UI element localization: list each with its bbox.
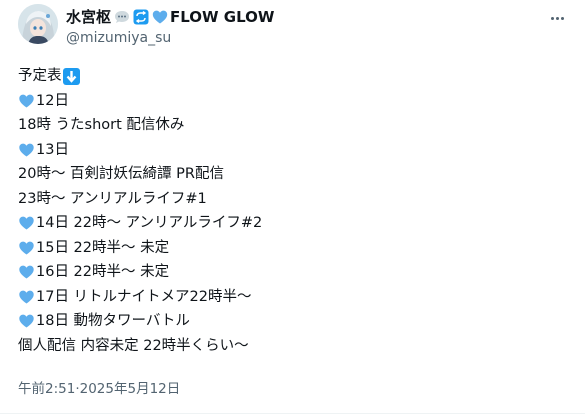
blue-heart-icon	[18, 289, 35, 305]
more-dot-icon	[555, 16, 559, 20]
blue-heart-icon	[18, 93, 35, 109]
post-line: 14日 22時～ アンリアルライフ#2	[18, 211, 568, 236]
post-line-text: 14日 22時～ アンリアルライフ#2	[36, 215, 263, 231]
post-line-text: 17日 リトルナイトメア22時半～	[36, 288, 252, 305]
repeat-arrows-icon	[133, 9, 149, 25]
post-line-text: 16日 22時半～ 未定	[36, 264, 170, 280]
more-options-button[interactable]	[546, 8, 568, 28]
post-line-text: 18日 動物タワーバトル	[36, 313, 190, 329]
post-line: 予定表	[18, 64, 568, 89]
timestamp-time: 午前2:51	[18, 381, 76, 397]
more-dot-icon	[550, 16, 554, 20]
more-dot-icon	[560, 16, 564, 20]
post-line: 12日	[18, 89, 568, 114]
blue-heart-icon	[18, 240, 35, 256]
post-header: 水宮枢 FLOW GLOW @mizumiya_su	[18, 4, 568, 46]
author-handle[interactable]: @mizumiya_su	[66, 29, 274, 47]
blue-heart-icon	[152, 9, 168, 25]
post-line: 13日	[18, 138, 568, 163]
post-line: 16日 22時半～ 未定	[18, 260, 568, 285]
blue-heart-icon	[18, 264, 35, 280]
post-line-text: 20時～ 百剣討妖伝綺譚 PR配信	[18, 166, 224, 182]
post-line-text: 18時 うたshort 配信休み	[18, 117, 185, 133]
post-line-text: 23時～ アンリアルライフ#1	[18, 190, 207, 207]
post-line: 18時 うたshort 配信休み	[18, 113, 568, 138]
blue-heart-icon	[18, 313, 35, 329]
post-card: 水宮枢 FLOW GLOW @mizumiya_su 予定表 12日 18時 う…	[0, 0, 585, 414]
blue-heart-icon	[18, 142, 35, 158]
author-names: 水宮枢 FLOW GLOW @mizumiya_su	[66, 7, 274, 47]
post-line-text: 個人配信 内容未定 22時半くらい～	[18, 337, 249, 354]
timestamp-date: 2025年5月12日	[79, 381, 181, 397]
post-line: 20時～ 百剣討妖伝綺譚 PR配信	[18, 162, 568, 187]
speech-bubble-icon	[114, 9, 130, 25]
post-line: 個人配信 内容未定 22時半くらい～	[18, 334, 568, 359]
blue-heart-icon	[18, 215, 35, 231]
post-line: 23時～ アンリアルライフ#1	[18, 187, 568, 212]
post-line: 18日 動物タワーバトル	[18, 309, 568, 334]
post-line-text: 12日	[36, 92, 69, 109]
author-display-name-suffix[interactable]: FLOW GLOW	[170, 7, 274, 27]
post-line-text: 15日 22時半～ 未定	[36, 239, 170, 256]
post-line: 17日 リトルナイトメア22時半～	[18, 285, 568, 310]
post-line: 15日 22時半～ 未定	[18, 236, 568, 261]
post-timestamp[interactable]: 午前2:51 · 2025年5月12日	[18, 380, 180, 398]
author-display-name[interactable]: 水宮枢	[66, 7, 111, 27]
post-text: 予定表 12日 18時 うたshort 配信休み 13日 20時～ 百剣討妖伝綺譚 PR…	[18, 64, 568, 358]
down-arrow-icon	[62, 67, 80, 85]
post-line-text: 13日	[36, 141, 69, 158]
post-line-text: 予定表	[18, 68, 62, 84]
avatar[interactable]	[18, 4, 58, 44]
